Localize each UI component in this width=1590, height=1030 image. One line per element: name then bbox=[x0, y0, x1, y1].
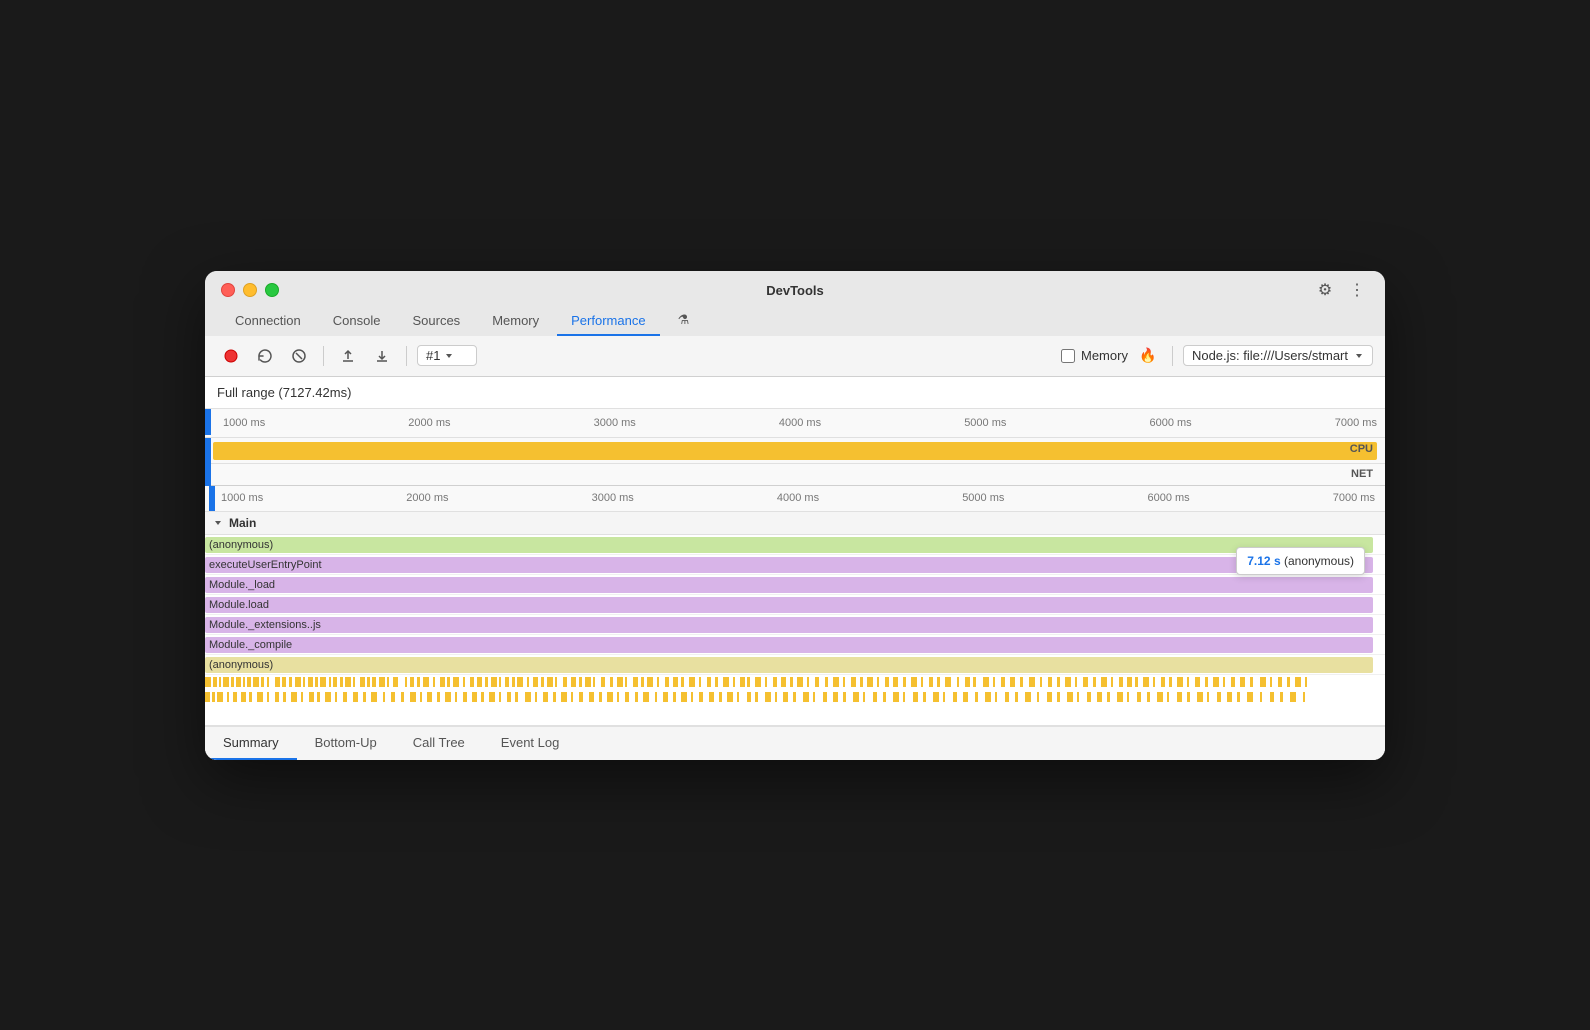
flame-bar-module-compile[interactable]: Module._compile bbox=[205, 637, 1373, 653]
cpu-bar bbox=[213, 442, 1377, 460]
ruler-mark2: 3000 ms bbox=[592, 492, 634, 504]
more-options-icon[interactable]: ⋮ bbox=[1345, 278, 1369, 302]
left-handle-net bbox=[205, 464, 211, 486]
flame-row-module-load2: Module.load bbox=[205, 595, 1385, 615]
close-button[interactable] bbox=[221, 283, 235, 297]
recording-selector[interactable]: #1 bbox=[417, 345, 477, 366]
traffic-lights bbox=[221, 283, 279, 297]
memory-label: Memory bbox=[1081, 348, 1128, 363]
ruler-mark2: 4000 ms bbox=[777, 492, 819, 504]
ruler-mark: 5000 ms bbox=[964, 417, 1006, 429]
flame-row-anonymous-1: (anonymous) bbox=[205, 535, 1385, 555]
clear-button[interactable] bbox=[285, 342, 313, 370]
tab-sources[interactable]: Sources bbox=[398, 307, 474, 336]
tooltip-label: (anonymous) bbox=[1284, 554, 1354, 568]
settings-icon[interactable]: ⚙ bbox=[1313, 278, 1337, 302]
flame-row-anonymous-2: (anonymous) bbox=[205, 655, 1385, 675]
flame-section-header: Main bbox=[205, 512, 1385, 535]
second-ruler: 1000 ms 2000 ms 3000 ms 4000 ms 5000 ms … bbox=[205, 486, 1385, 512]
flame-bar-module-load[interactable]: Module._load bbox=[205, 577, 1373, 593]
flame-bar-anonymous-1[interactable]: (anonymous) bbox=[205, 537, 1373, 553]
tooltip-time: 7.12 s bbox=[1247, 554, 1280, 568]
left-handle-cpu bbox=[205, 438, 211, 464]
ruler-marks-1: 1000 ms 2000 ms 3000 ms 4000 ms 5000 ms … bbox=[215, 417, 1385, 429]
net-bar-container: NET bbox=[205, 464, 1385, 486]
second-ruler-marks: 1000 ms 2000 ms 3000 ms 4000 ms 5000 ms … bbox=[215, 492, 1381, 504]
memory-checkbox-container: Memory bbox=[1061, 348, 1128, 363]
upload-button[interactable] bbox=[334, 342, 362, 370]
ruler-mark2: 2000 ms bbox=[406, 492, 448, 504]
tab-performance[interactable]: Performance bbox=[557, 307, 659, 336]
tab-connection[interactable]: Connection bbox=[221, 307, 315, 336]
node-selector[interactable]: Node.js: file:///Users/stmart bbox=[1183, 345, 1373, 366]
ruler-mark2: 1000 ms bbox=[221, 492, 263, 504]
flame-bar-module-extensions[interactable]: Module._extensions..js bbox=[205, 617, 1373, 633]
record-button[interactable] bbox=[217, 342, 245, 370]
collapse-icon[interactable] bbox=[213, 518, 223, 528]
content-area: Full range (7127.42ms) 1000 ms 2000 ms 3… bbox=[205, 377, 1385, 760]
timeline-ruler-1: 1000 ms 2000 ms 3000 ms 4000 ms 5000 ms … bbox=[205, 409, 1385, 437]
memory-checkbox[interactable] bbox=[1061, 349, 1075, 363]
flame-bar-anonymous-2[interactable]: (anonymous) bbox=[205, 657, 1373, 673]
flame-row-module-compile: Module._compile bbox=[205, 635, 1385, 655]
ruler-mark: 1000 ms bbox=[223, 417, 265, 429]
toolbar: #1 Memory 🔥 Node.js: file:///Users/stmar… bbox=[205, 336, 1385, 377]
cpu-label: CPU bbox=[1350, 443, 1373, 455]
tab-flask[interactable]: ⚗ bbox=[664, 306, 704, 336]
timeline-header-1: 1000 ms 2000 ms 3000 ms 4000 ms 5000 ms … bbox=[205, 409, 1385, 438]
separator-1 bbox=[323, 346, 324, 366]
ruler-mark: 6000 ms bbox=[1149, 417, 1191, 429]
tab-call-tree[interactable]: Call Tree bbox=[395, 727, 483, 760]
dense-bars-svg: // Dense bars will be drawn via inline p… bbox=[205, 675, 1385, 705]
tab-console[interactable]: Console bbox=[319, 307, 395, 336]
flame-section-title: Main bbox=[229, 516, 256, 530]
flame-spacer bbox=[205, 705, 1385, 725]
ruler-mark2: 7000 ms bbox=[1333, 492, 1375, 504]
flame-icon-button[interactable]: 🔥 bbox=[1134, 342, 1162, 370]
devtools-window: DevTools ⚙ ⋮ Connection Console Sources … bbox=[205, 271, 1385, 760]
net-label: NET bbox=[1351, 468, 1373, 480]
node-selector-label: Node.js: file:///Users/stmart bbox=[1192, 348, 1348, 363]
ruler-mark: 4000 ms bbox=[779, 417, 821, 429]
cpu-bar-container: CPU bbox=[205, 438, 1385, 464]
titlebar-actions: ⚙ ⋮ bbox=[1313, 278, 1369, 302]
separator-2 bbox=[406, 346, 407, 366]
reload-button[interactable] bbox=[251, 342, 279, 370]
flame-row-execute: executeUserEntryPoint 7.12 s (anonymous) bbox=[205, 555, 1385, 575]
maximize-button[interactable] bbox=[265, 283, 279, 297]
flame-chart[interactable]: Main (anonymous) executeUserEntryPoint 7… bbox=[205, 512, 1385, 725]
tooltip: 7.12 s (anonymous) bbox=[1236, 547, 1365, 575]
tab-event-log[interactable]: Event Log bbox=[483, 727, 578, 760]
flame-bar-execute[interactable]: executeUserEntryPoint bbox=[205, 557, 1373, 573]
ruler-mark: 7000 ms bbox=[1335, 417, 1377, 429]
separator-3 bbox=[1172, 346, 1173, 366]
download-button[interactable] bbox=[368, 342, 396, 370]
tab-bottom-up[interactable]: Bottom-Up bbox=[297, 727, 395, 760]
flame-row-module-extensions: Module._extensions..js bbox=[205, 615, 1385, 635]
flame-dense-rows: // Dense bars will be drawn via inline p… bbox=[205, 675, 1385, 705]
tab-bar: Connection Console Sources Memory Perfor… bbox=[221, 306, 1369, 336]
flame-row-module-load: Module._load bbox=[205, 575, 1385, 595]
full-range-label: Full range (7127.42ms) bbox=[205, 377, 1385, 409]
window-title: DevTools bbox=[766, 283, 824, 298]
bottom-tabs: Summary Bottom-Up Call Tree Event Log bbox=[205, 725, 1385, 760]
ruler-mark: 2000 ms bbox=[408, 417, 450, 429]
titlebar: DevTools ⚙ ⋮ Connection Console Sources … bbox=[205, 271, 1385, 336]
minimize-button[interactable] bbox=[243, 283, 257, 297]
ruler-mark2: 6000 ms bbox=[1147, 492, 1189, 504]
tab-summary[interactable]: Summary bbox=[205, 727, 297, 760]
flame-bar-module-load2[interactable]: Module.load bbox=[205, 597, 1373, 613]
ruler-mark2: 5000 ms bbox=[962, 492, 1004, 504]
recording-id: #1 bbox=[426, 348, 440, 363]
ruler-mark: 3000 ms bbox=[594, 417, 636, 429]
tab-memory[interactable]: Memory bbox=[478, 307, 553, 336]
